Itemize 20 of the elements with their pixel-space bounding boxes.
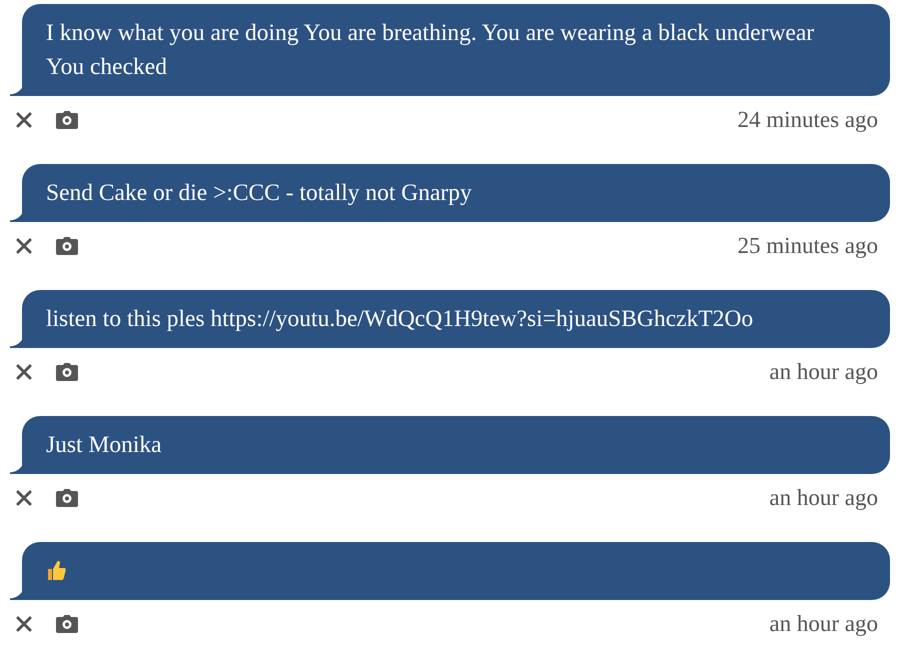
message-text: Send Cake or die >:CCC - totally not Gnarpy bbox=[46, 180, 472, 206]
timestamp: 25 minutes ago bbox=[737, 232, 878, 260]
camera-icon[interactable] bbox=[56, 237, 78, 255]
close-icon[interactable] bbox=[16, 616, 32, 632]
timestamp: an hour ago bbox=[769, 610, 878, 638]
message-text: Just Monika bbox=[46, 432, 162, 458]
message-text: I know what you are doing You are breathing. You are wearing a black underwear You checked bbox=[46, 20, 814, 80]
camera-icon[interactable] bbox=[56, 363, 78, 381]
thumbs-up-icon bbox=[46, 559, 66, 581]
close-icon[interactable] bbox=[16, 364, 32, 380]
close-icon[interactable] bbox=[16, 490, 32, 506]
camera-icon[interactable] bbox=[56, 615, 78, 633]
close-icon[interactable] bbox=[16, 238, 32, 254]
close-icon[interactable] bbox=[16, 112, 32, 128]
timestamp: an hour ago bbox=[769, 358, 878, 386]
timestamp: an hour ago bbox=[769, 484, 878, 512]
message-text: listen to this ples https://youtu.be/WdQcQ1H9tew?si=hjuauSBGhczkT2Oo bbox=[46, 306, 754, 332]
camera-icon[interactable] bbox=[56, 489, 78, 507]
camera-icon[interactable] bbox=[56, 111, 78, 129]
timestamp: 24 minutes ago bbox=[737, 106, 878, 134]
